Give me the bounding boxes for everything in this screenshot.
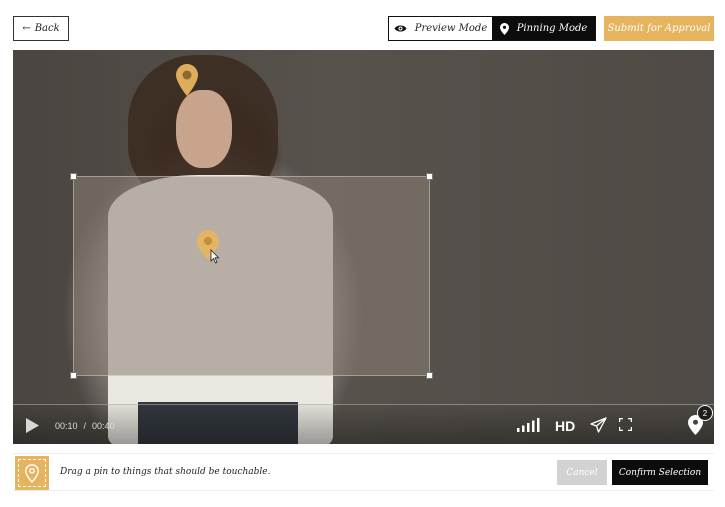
video-frame-face: [176, 90, 232, 168]
resize-handle-bottom-right[interactable]: [426, 372, 433, 379]
map-pin-icon: [499, 22, 509, 35]
preview-mode-button[interactable]: Preview Mode: [389, 17, 492, 40]
preview-mode-label: Preview Mode: [414, 23, 488, 34]
play-icon[interactable]: [26, 418, 39, 433]
arrow-left-icon: ←: [22, 23, 31, 34]
pin-count-badge: 2: [697, 405, 713, 421]
resize-handle-bottom-left[interactable]: [70, 372, 77, 379]
map-pin-icon: [25, 463, 39, 483]
pinning-footer: Drag a pin to things that should be touc…: [13, 453, 714, 491]
player-controls: 00:10 / 00:40 HD 2: [13, 404, 714, 444]
pin-drag-source[interactable]: [15, 456, 49, 490]
duration: 00:40: [92, 421, 115, 431]
resize-handle-top-left[interactable]: [70, 173, 77, 180]
signal-bars-icon[interactable]: [517, 418, 541, 432]
mode-toggle: Preview Mode Pinning Mode: [388, 16, 596, 41]
current-time: 00:10: [55, 421, 78, 431]
video-player[interactable]: 00:10 / 00:40 HD 2: [13, 50, 714, 444]
confirm-selection-button[interactable]: Confirm Selection: [612, 460, 708, 485]
fullscreen-icon[interactable]: [619, 418, 632, 431]
instruction-text: Drag a pin to things that should be touc…: [60, 467, 271, 477]
paper-plane-icon[interactable]: [590, 417, 607, 433]
pinning-mode-label: Pinning Mode: [516, 23, 588, 34]
back-label: Back: [34, 23, 60, 34]
dragged-pin-icon[interactable]: [196, 230, 224, 270]
map-pin-icon[interactable]: [176, 64, 198, 96]
submit-for-approval-button[interactable]: Submit for Approval: [604, 16, 714, 41]
pinning-mode-button[interactable]: Pinning Mode: [492, 17, 595, 40]
time-separator: /: [83, 421, 87, 431]
back-button[interactable]: ← Back: [13, 16, 69, 41]
selection-box[interactable]: [70, 173, 433, 379]
hd-quality-toggle[interactable]: HD: [555, 418, 575, 434]
eye-icon: [394, 25, 407, 32]
resize-handle-top-right[interactable]: [426, 173, 433, 180]
time-display: 00:10 / 00:40: [55, 421, 118, 431]
cancel-button[interactable]: Cancel: [557, 460, 607, 485]
